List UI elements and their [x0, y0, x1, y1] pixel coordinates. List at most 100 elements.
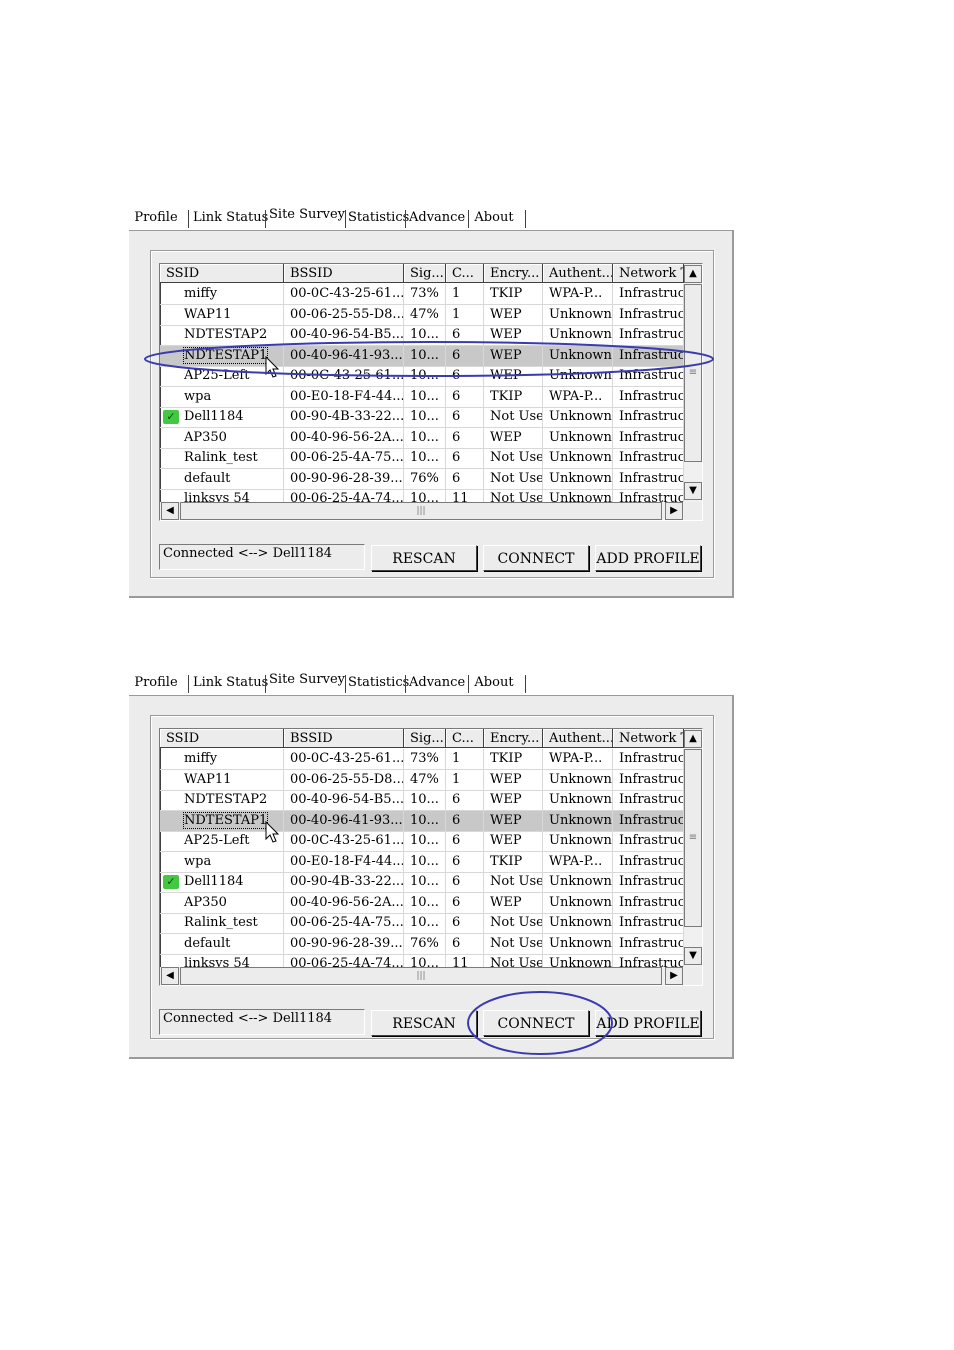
tab-advance[interactable]: Advance [409, 673, 465, 693]
tab-bar: Profile Link Status Site Survey Statisti… [129, 205, 734, 230]
column-header-network-type[interactable]: Network T [613, 729, 684, 748]
table-row[interactable]: AP25-Left 00-0C-43-25-61... 10... 6 WEP Unkno… [160, 366, 684, 387]
connect-button[interactable]: CONNECT [483, 1010, 589, 1036]
column-header-signal[interactable]: Sig... [404, 729, 446, 748]
horizontal-scroll-thumb[interactable]: ||| [180, 502, 662, 520]
column-header-authentication[interactable]: Authent... [543, 729, 613, 748]
signal-cell: 10... [404, 851, 446, 872]
table-row[interactable]: default 00-90-96-28-39... 76% 6 Not Use Unkno… [160, 933, 684, 955]
column-header-bssid[interactable]: BSSID [284, 729, 404, 748]
table-row[interactable]: miffy 00-0C-43-25-61... 73% 1 TKIP WPA-P... In… [160, 284, 684, 305]
column-header-authentication[interactable]: Authent... [543, 264, 613, 283]
column-header-channel[interactable]: C... [446, 729, 484, 748]
tab-statistics[interactable]: Statistics [348, 673, 409, 693]
authentication-cell: Unknown [543, 407, 613, 427]
column-header-encryption[interactable]: Encry... [484, 729, 543, 748]
column-header-bssid[interactable]: BSSID [284, 264, 404, 283]
scroll-right-arrow-icon[interactable]: ▶ [665, 502, 683, 520]
tab-statistics[interactable]: Statistics [348, 208, 409, 228]
list-rows: miffy 00-0C-43-25-61... 73% 1 TKIP WPA-P... In… [160, 284, 684, 520]
tab-separator [188, 675, 189, 693]
network-list[interactable]: SSID BSSID Sig... C... Encry... Authent.… [159, 728, 703, 986]
column-header-encryption[interactable]: Encry... [484, 264, 543, 283]
network-type-cell: Infrastruct. [613, 304, 684, 325]
bssid-cell: 00-40-96-54-B5... [284, 790, 404, 810]
authentication-cell: Unknown [543, 831, 613, 851]
encryption-cell: TKIP [484, 386, 543, 407]
signal-cell: 10... [404, 892, 446, 913]
table-row[interactable]: AP350 00-40-96-56-2A... 10... 6 WEP Unknown In… [160, 892, 684, 914]
table-row[interactable]: Ralink_test 00-06-25-4A-75... 10... 6 Not Us… [160, 913, 684, 934]
encryption-cell: Not Use [484, 448, 543, 468]
tab-site-survey[interactable]: Site Survey [269, 670, 345, 690]
site-survey-window-2: Profile Link Status Site Survey Statisti… [129, 670, 734, 1059]
table-row[interactable]: Ralink_test 00-06-25-4A-75... 10... 6 Not Us… [160, 448, 684, 469]
connection-status: Connected <--> Dell1184 [159, 1009, 365, 1035]
column-header-ssid[interactable]: SSID [160, 264, 284, 283]
column-header-network-type[interactable]: Network T [613, 264, 684, 283]
scroll-down-arrow-icon[interactable]: ▼ [684, 947, 702, 965]
column-header-ssid[interactable]: SSID [160, 729, 284, 748]
table-row[interactable]: NDTESTAP2 00-40-96-54-B5... 10... 6 WEP Unkno… [160, 790, 684, 811]
ssid-text: Dell1184 [184, 874, 244, 889]
table-row[interactable]: NDTESTAP1 00-40-96-41-93... 10... 6 WEP Unkno… [160, 345, 684, 367]
connect-button[interactable]: CONNECT [483, 545, 589, 571]
vertical-scroll-thumb[interactable]: ≡ [684, 749, 702, 927]
vertical-scrollbar[interactable]: ▲ ≡ ▼ [684, 264, 702, 502]
scroll-up-arrow-icon[interactable]: ▲ [684, 265, 702, 283]
add-profile-button[interactable]: ADD PROFILE [595, 545, 701, 571]
signal-cell: 73% [404, 284, 446, 304]
encryption-cell: Not Use [484, 872, 543, 892]
scroll-down-arrow-icon[interactable]: ▼ [684, 482, 702, 500]
table-row[interactable]: AP350 00-40-96-56-2A... 10... 6 WEP Unknown In… [160, 427, 684, 449]
tab-site-survey[interactable]: Site Survey [269, 205, 345, 225]
column-header-signal[interactable]: Sig... [404, 264, 446, 283]
rescan-button[interactable]: RESCAN [371, 545, 477, 571]
horizontal-scrollbar[interactable]: ◀ ||| ▶ [160, 502, 684, 520]
vertical-scroll-thumb[interactable]: ≡ [684, 284, 702, 462]
table-row[interactable]: wpa 00-E0-18-F4-44... 10... 6 TKIP WPA-P... In… [160, 851, 684, 873]
channel-cell: 6 [446, 427, 484, 448]
scroll-right-arrow-icon[interactable]: ▶ [665, 967, 683, 985]
tab-advance[interactable]: Advance [409, 208, 465, 228]
table-row[interactable]: WAP11 00-06-25-55-D8... 47% 1 WEP Unknown Infr… [160, 769, 684, 791]
network-type-cell: Infrastruct. [613, 284, 684, 304]
rescan-button[interactable]: RESCAN [371, 1010, 477, 1036]
tab-profile[interactable]: Profile [133, 208, 179, 228]
scroll-left-arrow-icon[interactable]: ◀ [161, 502, 179, 520]
tab-separator [265, 675, 266, 693]
table-row[interactable]: default 00-90-96-28-39... 76% 6 Not Use Unkno… [160, 468, 684, 490]
network-list[interactable]: SSID BSSID Sig... C... Encry... Authent.… [159, 263, 703, 521]
table-row[interactable]: AP25-Left 00-0C-43-25-61... 10... 6 WEP Unkno… [160, 831, 684, 852]
scroll-left-arrow-icon[interactable]: ◀ [161, 967, 179, 985]
tab-link-status[interactable]: Link Status [193, 673, 268, 693]
tab-about[interactable]: About [472, 208, 516, 228]
table-row[interactable]: NDTESTAP2 00-40-96-54-B5... 10... 6 WEP Unkno… [160, 325, 684, 346]
table-row[interactable]: ✓ Dell1184 00-90-4B-33-22... 10... 6 Not Use U… [160, 872, 684, 893]
tab-separator [405, 210, 406, 228]
table-row[interactable]: ✓ Dell1184 00-90-4B-33-22... 10... 6 Not Use U… [160, 407, 684, 428]
network-type-cell: Infrastruct. [613, 427, 684, 448]
signal-cell: 47% [404, 304, 446, 325]
authentication-cell: Unknown [543, 345, 613, 366]
network-group-box: SSID BSSID Sig... C... Encry... Authent.… [150, 715, 714, 1039]
horizontal-scroll-thumb[interactable]: ||| [180, 967, 662, 985]
ssid-cell: Ralink_test [160, 913, 284, 933]
column-header-channel[interactable]: C... [446, 264, 484, 283]
add-profile-button[interactable]: ADD PROFILE [595, 1010, 701, 1036]
table-row[interactable]: WAP11 00-06-25-55-D8... 47% 1 WEP Unknown Infr… [160, 304, 684, 326]
tab-profile[interactable]: Profile [133, 673, 179, 693]
table-row[interactable]: miffy 00-0C-43-25-61... 73% 1 TKIP WPA-P... In… [160, 749, 684, 770]
ssid-cell: WAP11 [160, 304, 284, 325]
authentication-cell: Unknown [543, 790, 613, 810]
network-type-cell: Infrastruct. [613, 872, 684, 892]
tab-about[interactable]: About [472, 673, 516, 693]
vertical-scrollbar[interactable]: ▲ ≡ ▼ [684, 729, 702, 967]
tab-separator [468, 675, 469, 693]
signal-cell: 10... [404, 872, 446, 892]
horizontal-scrollbar[interactable]: ◀ ||| ▶ [160, 967, 684, 985]
scroll-up-arrow-icon[interactable]: ▲ [684, 730, 702, 748]
table-row[interactable]: wpa 00-E0-18-F4-44... 10... 6 TKIP WPA-P... In… [160, 386, 684, 408]
table-row[interactable]: NDTESTAP1 00-40-96-41-93... 10... 6 WEP Unkno… [160, 810, 684, 832]
tab-link-status[interactable]: Link Status [193, 208, 268, 228]
